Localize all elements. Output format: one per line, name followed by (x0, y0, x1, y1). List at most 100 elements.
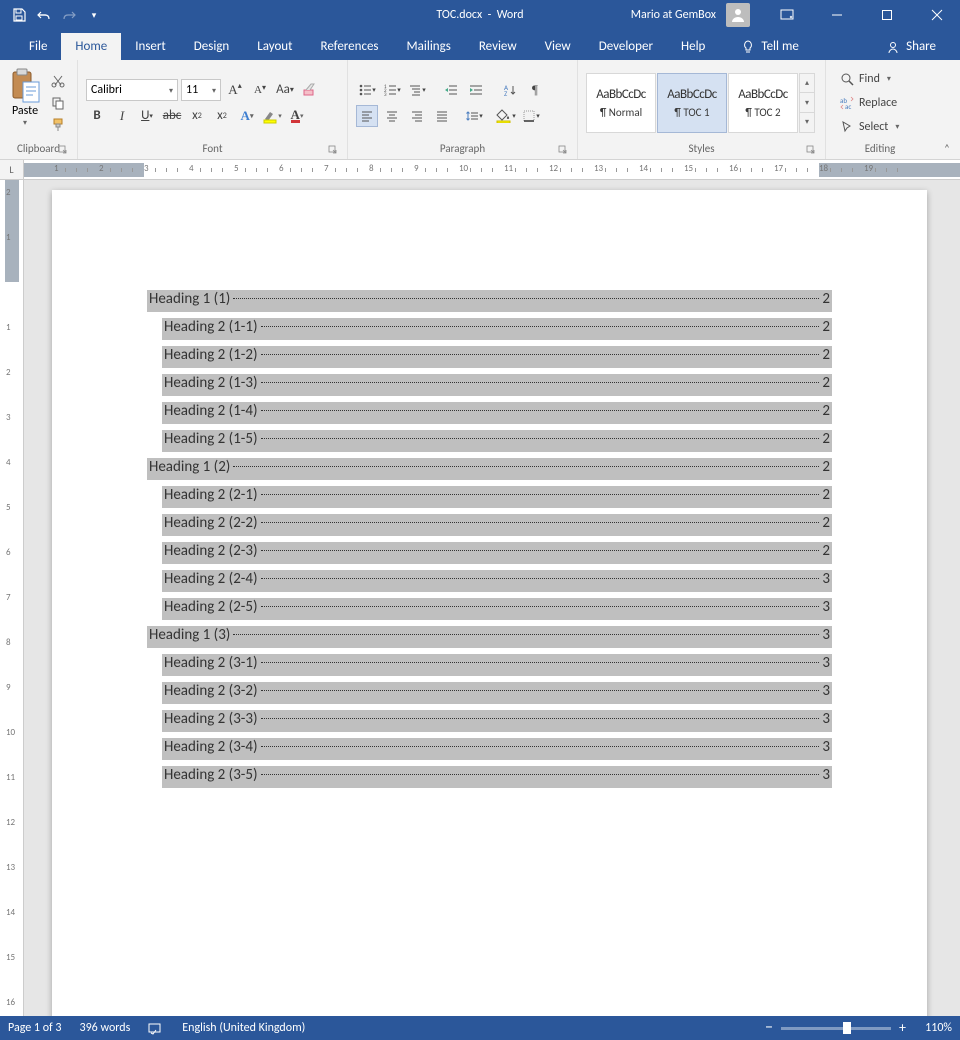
tab-view[interactable]: View (531, 33, 585, 60)
toc-entry[interactable]: Heading 2 (2-5) 3 (162, 598, 832, 620)
redo-button[interactable] (58, 4, 80, 26)
collapse-ribbon-button[interactable]: ˄ (944, 142, 950, 155)
align-left-button[interactable] (356, 105, 378, 127)
strikethrough-button[interactable]: abc (161, 105, 183, 127)
word-count[interactable]: 396 words (80, 1021, 131, 1035)
vertical-ruler[interactable]: 211234567891011121314151617 (0, 180, 24, 1016)
increase-indent-button[interactable] (465, 79, 487, 101)
line-spacing-button[interactable]: ▾ (463, 105, 485, 127)
subscript-button[interactable]: x2 (186, 105, 208, 127)
page-indicator[interactable]: Page 1 of 3 (8, 1021, 62, 1035)
toc-entry[interactable]: Heading 2 (2-1) 2 (162, 486, 832, 508)
toc-entry[interactable]: Heading 1 (2) 2 (147, 458, 832, 480)
change-case-button[interactable]: Aa▾ (274, 79, 296, 101)
shading-button[interactable]: ▾ (495, 105, 517, 127)
toc-entry[interactable]: Heading 2 (3-4) 3 (162, 738, 832, 760)
style-card[interactable]: AaBbCcDc¶ Normal (586, 73, 656, 133)
user-name[interactable]: Mario at GemBox (631, 8, 716, 22)
zoom-in-button[interactable]: + (899, 1023, 906, 1033)
replace-button[interactable]: abac Replace (836, 92, 903, 114)
document-viewport[interactable]: Heading 1 (1) 2 Heading 2 (1-1) 2 Heading … (24, 180, 960, 1016)
align-right-button[interactable] (406, 105, 428, 127)
tab-insert[interactable]: Insert (121, 33, 180, 60)
justify-button[interactable] (431, 105, 453, 127)
user-avatar-icon[interactable] (726, 3, 750, 27)
tell-me-search[interactable]: Tell me (731, 33, 808, 60)
select-button[interactable]: Select▾ (836, 116, 903, 138)
toc-entry[interactable]: Heading 2 (1-4) 2 (162, 402, 832, 424)
show-paragraph-marks-button[interactable]: ¶ (524, 79, 546, 101)
paste-button[interactable]: Paste ▾ (4, 64, 46, 142)
qat-customize-button[interactable]: ▾ (83, 4, 105, 26)
toc-entry[interactable]: Heading 2 (1-5) 2 (162, 430, 832, 452)
save-button[interactable] (8, 4, 30, 26)
zoom-out-button[interactable]: − (765, 1023, 773, 1033)
clear-formatting-button[interactable] (299, 79, 321, 101)
tab-design[interactable]: Design (180, 33, 243, 60)
font-size-dropdown[interactable]: 11 (181, 79, 221, 101)
undo-button[interactable] (33, 4, 55, 26)
text-effects-button[interactable]: A▾ (236, 105, 258, 127)
share-button[interactable]: Share (878, 33, 944, 60)
document-page[interactable]: Heading 1 (1) 2 Heading 2 (1-1) 2 Heading … (52, 190, 927, 1016)
font-color-button[interactable]: A▾ (286, 105, 308, 127)
superscript-button[interactable]: x2 (211, 105, 233, 127)
find-button[interactable]: Find▾ (836, 68, 903, 90)
decrease-indent-button[interactable] (440, 79, 462, 101)
styles-launcher-icon[interactable] (806, 145, 818, 157)
italic-button[interactable]: I (111, 105, 133, 127)
bold-button[interactable]: B (86, 105, 108, 127)
style-card[interactable]: AaBbCcDc¶ TOC 1 (657, 73, 727, 133)
toc-entry[interactable]: Heading 2 (2-2) 2 (162, 514, 832, 536)
highlight-button[interactable]: ▾ (261, 105, 283, 127)
zoom-level[interactable]: 110% (914, 1021, 952, 1035)
tab-layout[interactable]: Layout (243, 33, 306, 60)
toc-entry[interactable]: Heading 2 (1-2) 2 (162, 346, 832, 368)
toc-entry[interactable]: Heading 2 (2-4) 3 (162, 570, 832, 592)
close-button[interactable] (914, 0, 960, 30)
ribbon-display-options-button[interactable] (764, 0, 810, 30)
horizontal-ruler[interactable]: L 12345678910111213141516171819 (0, 160, 960, 180)
shrink-font-button[interactable]: A▾ (249, 79, 271, 101)
multilevel-list-button[interactable]: ▾ (406, 79, 428, 101)
tab-home[interactable]: Home (61, 33, 121, 60)
maximize-button[interactable] (864, 0, 910, 30)
align-center-button[interactable] (381, 105, 403, 127)
style-card[interactable]: AaBbCcDc¶ TOC 2 (728, 73, 798, 133)
toc-entry[interactable]: Heading 1 (1) 2 (147, 290, 832, 312)
language-indicator[interactable]: English (United Kingdom) (182, 1021, 305, 1035)
paragraph-launcher-icon[interactable] (558, 145, 570, 157)
toc-entry[interactable]: Heading 2 (2-3) 2 (162, 542, 832, 564)
clipboard-launcher-icon[interactable] (58, 145, 70, 157)
spellcheck-icon[interactable] (148, 1021, 164, 1035)
tab-selector[interactable]: L (0, 160, 24, 179)
underline-button[interactable]: U▾ (136, 105, 158, 127)
sort-button[interactable]: AZ (499, 79, 521, 101)
toc-text: Heading 1 (1) (149, 290, 232, 308)
styles-gallery-scroll[interactable]: ▴▾▾ (799, 73, 815, 133)
tab-file[interactable]: File (15, 33, 61, 60)
tab-developer[interactable]: Developer (585, 33, 667, 60)
minimize-button[interactable] (814, 0, 860, 30)
numbering-button[interactable]: 123▾ (381, 79, 403, 101)
tab-review[interactable]: Review (465, 33, 531, 60)
toc-entry[interactable]: Heading 2 (3-2) 3 (162, 682, 832, 704)
bullets-button[interactable]: ▾ (356, 79, 378, 101)
font-launcher-icon[interactable] (328, 145, 340, 157)
tab-help[interactable]: Help (667, 33, 719, 60)
copy-button[interactable] (48, 93, 68, 113)
toc-entry[interactable]: Heading 2 (1-1) 2 (162, 318, 832, 340)
toc-entry[interactable]: Heading 2 (1-3) 2 (162, 374, 832, 396)
grow-font-button[interactable]: A▴ (224, 79, 246, 101)
toc-entry[interactable]: Heading 2 (3-3) 3 (162, 710, 832, 732)
tab-mailings[interactable]: Mailings (393, 33, 465, 60)
toc-entry[interactable]: Heading 1 (3) 3 (147, 626, 832, 648)
cut-button[interactable] (48, 71, 68, 91)
tab-references[interactable]: References (307, 33, 393, 60)
toc-entry[interactable]: Heading 2 (3-5) 3 (162, 766, 832, 788)
zoom-slider[interactable] (781, 1027, 891, 1030)
format-painter-button[interactable] (48, 115, 68, 135)
font-name-dropdown[interactable]: Calibri (86, 79, 178, 101)
toc-entry[interactable]: Heading 2 (3-1) 3 (162, 654, 832, 676)
borders-button[interactable]: ▾ (520, 105, 542, 127)
